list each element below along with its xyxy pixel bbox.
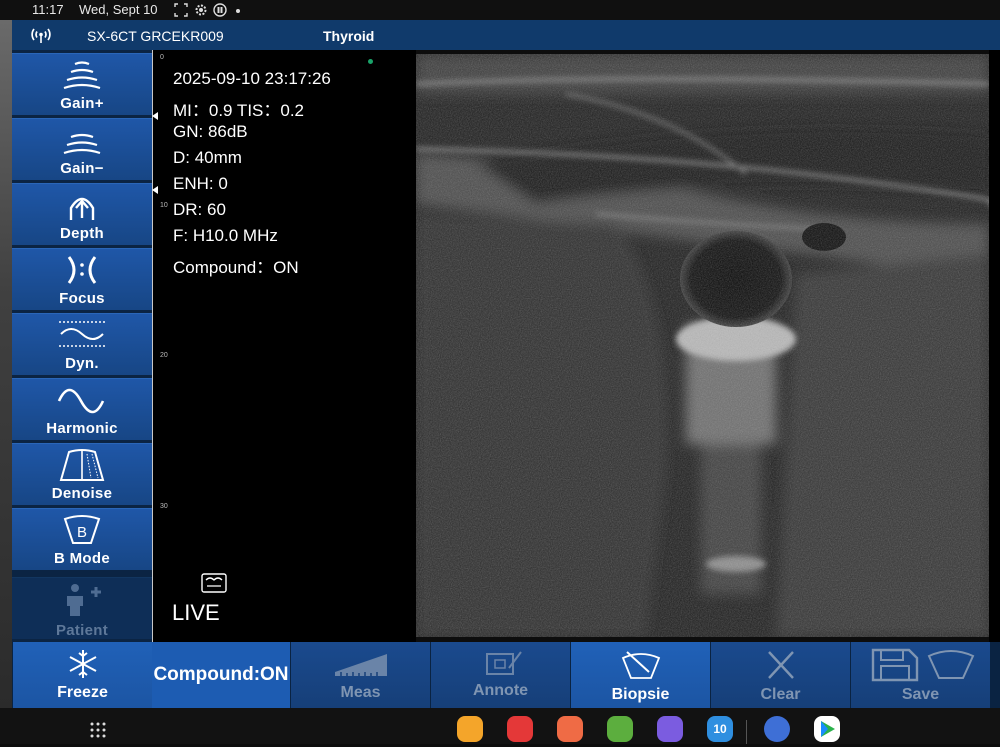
measure-ruler-icon — [335, 654, 387, 676]
patient-icon — [67, 584, 101, 616]
compound-readout: Compound：ON — [173, 258, 299, 277]
settings-app-icon[interactable] — [764, 716, 790, 742]
scan-datetime: 2025-09-10 23:17:26 — [173, 69, 331, 88]
mi-tis-readout: MI：0.9 TIS：0.2 — [173, 101, 305, 120]
files-app-icon[interactable] — [457, 716, 483, 742]
gain-plus-icon — [63, 61, 101, 90]
window-edge — [0, 20, 12, 708]
live-indicator: LIVE — [172, 600, 220, 625]
focus-button[interactable]: Focus — [12, 248, 152, 311]
meas-label: Meas — [340, 684, 381, 701]
status-dot-icon — [368, 59, 373, 64]
ultrasound-image[interactable] — [416, 54, 989, 637]
harmonic-wave-icon — [57, 388, 105, 414]
annotation-icon — [486, 651, 522, 675]
svg-text:B: B — [77, 524, 87, 541]
dynamic-range-icon — [59, 321, 105, 347]
android-taskbar — [0, 708, 1000, 744]
ruler-label: 30 — [160, 503, 168, 510]
calendar-app-icon[interactable]: 10 — [707, 716, 733, 742]
gain-readout: GN: 86dB — [173, 122, 248, 141]
app-drawer-icon[interactable] — [90, 722, 106, 738]
dyn-label: Dyn. — [65, 355, 99, 372]
b-mode-button[interactable]: B B Mode — [12, 508, 152, 571]
compound-toggle-label: Compound:ON — [153, 664, 289, 685]
gain-plus-button[interactable]: Gain+ — [12, 53, 152, 116]
play-store-app-icon[interactable] — [814, 716, 840, 742]
gain-plus-label: Gain+ — [60, 95, 104, 112]
save-label: Save — [901, 686, 940, 703]
clear-button[interactable]: Clear — [710, 642, 850, 708]
settings-gear-icon — [195, 4, 207, 16]
status-time: 11:17 — [32, 2, 64, 17]
focus-marker-icon — [152, 186, 158, 194]
depth-button[interactable]: Depth — [12, 183, 152, 246]
media-playing-icon — [213, 3, 227, 17]
ruler-label: 10 — [160, 202, 168, 209]
depth-label: Depth — [60, 225, 104, 242]
biopsie-label: Biopsie — [611, 686, 670, 703]
depth-icon — [69, 197, 95, 220]
left-menu: Gain+ Gain− Depth Focus Dyn. Harmonic De… — [12, 50, 152, 642]
ruler-label: 0 — [160, 54, 164, 61]
harmonic-button[interactable]: Harmonic — [12, 378, 152, 441]
focus-icon — [67, 256, 97, 284]
annote-label: Annote — [472, 682, 529, 699]
screenshot-frame-icon — [174, 3, 188, 17]
clear-x-icon — [768, 651, 794, 679]
b-mode-icon: B — [63, 515, 101, 544]
focus-marker-icon — [152, 112, 158, 120]
exam-preset: Thyroid — [323, 28, 375, 44]
notes-app-icon[interactable] — [507, 716, 533, 742]
save-disk-icon — [871, 648, 975, 682]
calculator-app-icon[interactable] — [607, 716, 633, 742]
gain-minus-button[interactable]: Gain− — [12, 118, 152, 181]
bottom-toolbar: Freeze Compound:ON Meas Annote Biopsie C… — [12, 642, 1000, 708]
title-bar: SX-6CT GRCEKR009 Thyroid — [12, 20, 1000, 50]
denoise-icon — [59, 449, 105, 481]
taskbar-divider — [746, 720, 747, 744]
freeze-button[interactable]: Freeze — [12, 642, 152, 708]
probe-status-icon — [201, 573, 227, 593]
notification-dot-icon — [236, 9, 240, 13]
patient-label: Patient — [55, 622, 109, 639]
gain-minus-label: Gain− — [60, 160, 104, 177]
dynamic-range-readout: DR: 60 — [173, 200, 226, 219]
snowflake-icon — [69, 650, 97, 678]
gain-minus-icon — [63, 133, 101, 155]
frequency-readout: F: H10.0 MHz — [173, 226, 278, 245]
save-button[interactable]: Save — [850, 642, 990, 708]
patient-button[interactable]: Patient — [12, 577, 152, 640]
ruler-label: 20 — [160, 352, 168, 359]
right-edge — [989, 50, 1000, 642]
denoise-button[interactable]: Denoise — [12, 443, 152, 506]
device-id: SX-6CT GRCEKR009 — [87, 28, 224, 44]
harmonic-label: Harmonic — [46, 420, 118, 437]
dyn-button[interactable]: Dyn. — [12, 313, 152, 376]
browser-app-icon[interactable] — [657, 716, 683, 742]
compound-toggle[interactable]: Compound:ON — [152, 642, 290, 708]
b-mode-label: B Mode — [54, 550, 110, 567]
biopsie-button[interactable]: Biopsie — [570, 642, 710, 708]
clear-label: Clear — [760, 686, 801, 703]
focus-label: Focus — [59, 290, 105, 307]
wireless-probe-icon — [31, 28, 51, 43]
depth-readout: D: 40mm — [173, 148, 242, 167]
contacts-app-icon[interactable] — [557, 716, 583, 742]
status-bar: 11:17 Wed, Sept 10 — [0, 0, 1000, 20]
biopsy-needle-icon — [621, 651, 661, 679]
freeze-label: Freeze — [57, 684, 108, 701]
depth-ruler — [152, 112, 158, 194]
denoise-label: Denoise — [51, 485, 113, 502]
enhance-readout: ENH: 0 — [173, 174, 228, 193]
status-date: Wed, Sept 10 — [79, 2, 158, 17]
scan-info-panel: 2025-09-10 23:17:26 MI：0.9 TIS：0.2 GN: 8… — [152, 50, 416, 642]
meas-button[interactable]: Meas — [290, 642, 430, 708]
annote-button[interactable]: Annote — [430, 642, 570, 708]
play-triangle-icon — [821, 721, 835, 737]
